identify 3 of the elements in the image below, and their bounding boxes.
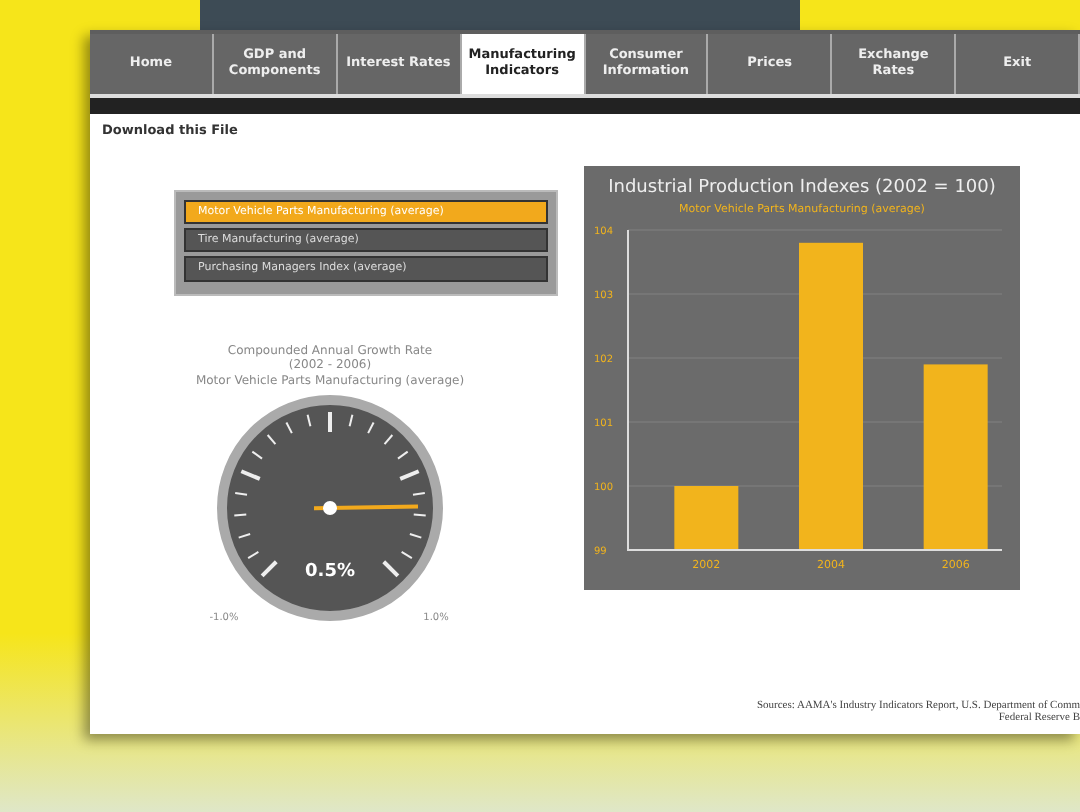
bar (674, 485, 739, 549)
chart-title: Industrial Production Indexes (2002 = 100) (606, 175, 998, 202)
gauge-reading: 0.5% (305, 562, 355, 582)
